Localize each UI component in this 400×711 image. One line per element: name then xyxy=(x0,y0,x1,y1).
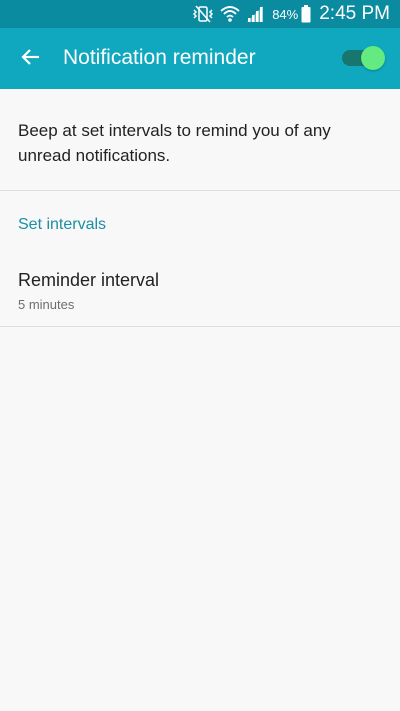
signal-icon xyxy=(246,5,264,23)
divider xyxy=(0,326,400,327)
status-icons: 84% 2:45 PM xyxy=(192,0,400,28)
list-item-reminder-interval[interactable]: Reminder interval 5 minutes xyxy=(0,260,400,326)
wifi-icon xyxy=(220,5,240,23)
clock: 2:45 PM xyxy=(319,3,390,24)
description-text: Beep at set intervals to remind you of a… xyxy=(18,121,331,165)
status-bar: 84% 2:45 PM xyxy=(0,0,400,28)
notification-reminder-toggle[interactable] xyxy=(340,45,386,71)
divider xyxy=(0,190,400,191)
page-title: Notification reminder xyxy=(63,46,256,69)
arrow-left-icon xyxy=(21,47,41,72)
battery-icon xyxy=(301,5,311,23)
vibrate-mute-icon xyxy=(192,5,214,23)
app-bar: Notification reminder xyxy=(0,28,400,89)
battery-percent: 84% xyxy=(272,6,299,22)
list-item-title: Reminder interval xyxy=(18,270,160,290)
toggle-thumb xyxy=(361,46,385,70)
list-item-summary: 5 minutes xyxy=(18,297,75,312)
back-button[interactable] xyxy=(14,42,48,76)
section-header-set-intervals: Set intervals xyxy=(18,216,107,233)
